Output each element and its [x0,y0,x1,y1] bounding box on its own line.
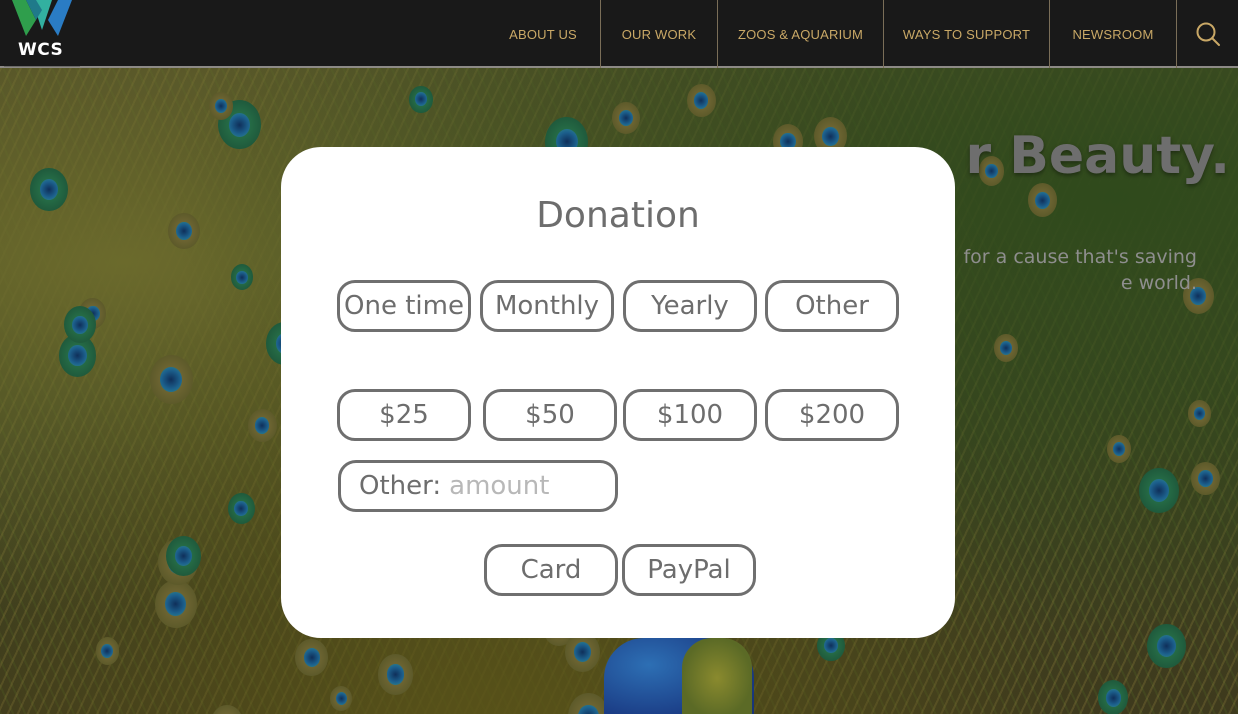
feather-eye [165,535,201,576]
wcs-logo-mark [12,0,72,36]
feather-eye [1190,461,1220,496]
feather-eye [1097,680,1129,714]
nav-ways-to-support[interactable]: WAYS TO SUPPORT [883,0,1049,68]
other-amount-input[interactable] [449,471,610,501]
nav-newsroom[interactable]: NEWSROOM [1049,0,1176,68]
amount-25-button[interactable]: $25 [337,389,471,441]
nav-zoos-aquarium[interactable]: ZOOS & AQUARIUM [717,0,883,68]
nav-our-work[interactable]: OUR WORK [600,0,717,68]
amount-100-button[interactable]: $100 [623,389,757,441]
peacock-neck [682,638,752,714]
frequency-other-button[interactable]: Other [765,280,899,332]
feather-eye [154,580,197,629]
feather-eye [30,167,68,211]
feather-eye [247,408,277,443]
modal-title: Donation [536,195,700,236]
search-icon [1196,22,1220,46]
amount-200-button[interactable]: $200 [765,389,899,441]
feather-eye [210,704,243,714]
amount-50-button[interactable]: $50 [483,389,617,441]
feather-eye [227,492,255,524]
feather-eye [95,637,120,665]
feather-eye [611,101,640,134]
feather-eye [567,692,609,714]
feather-eye [64,306,97,344]
other-amount-field[interactable]: Other: [338,460,618,512]
feather-eye [409,85,433,113]
feather-eye [208,92,233,120]
feather-eye [686,83,716,118]
logo-text: WCS [18,40,64,60]
feather-eye [378,654,414,695]
feather-eye [330,685,353,712]
pay-paypal-button[interactable]: PayPal [622,544,756,596]
search-button[interactable] [1176,0,1238,68]
feather-eye [1139,468,1179,514]
donation-modal: Donation One time Monthly Yearly Other $… [281,147,955,638]
frequency-one-time-button[interactable]: One time [337,280,471,332]
feather-eye [168,212,201,250]
feather-eye [1027,183,1058,218]
feather-eye [1106,435,1131,463]
other-amount-label: Other: [359,471,442,501]
wcs-logo[interactable]: WCS [4,0,80,67]
feather-eye [1147,623,1186,669]
feather-eye [149,354,193,405]
top-navbar: WCS ABOUT US OUR WORK ZOOS & AQUARIUM WA… [0,0,1238,68]
feather-eye [295,639,328,677]
frequency-monthly-button[interactable]: Monthly [480,280,614,332]
frequency-yearly-button[interactable]: Yearly [623,280,757,332]
feather-eye [993,334,1018,362]
feather-eye [230,264,254,291]
pay-card-button[interactable]: Card [484,544,618,596]
nav-about-us[interactable]: ABOUT US [486,0,600,68]
feather-eye [1187,400,1211,427]
